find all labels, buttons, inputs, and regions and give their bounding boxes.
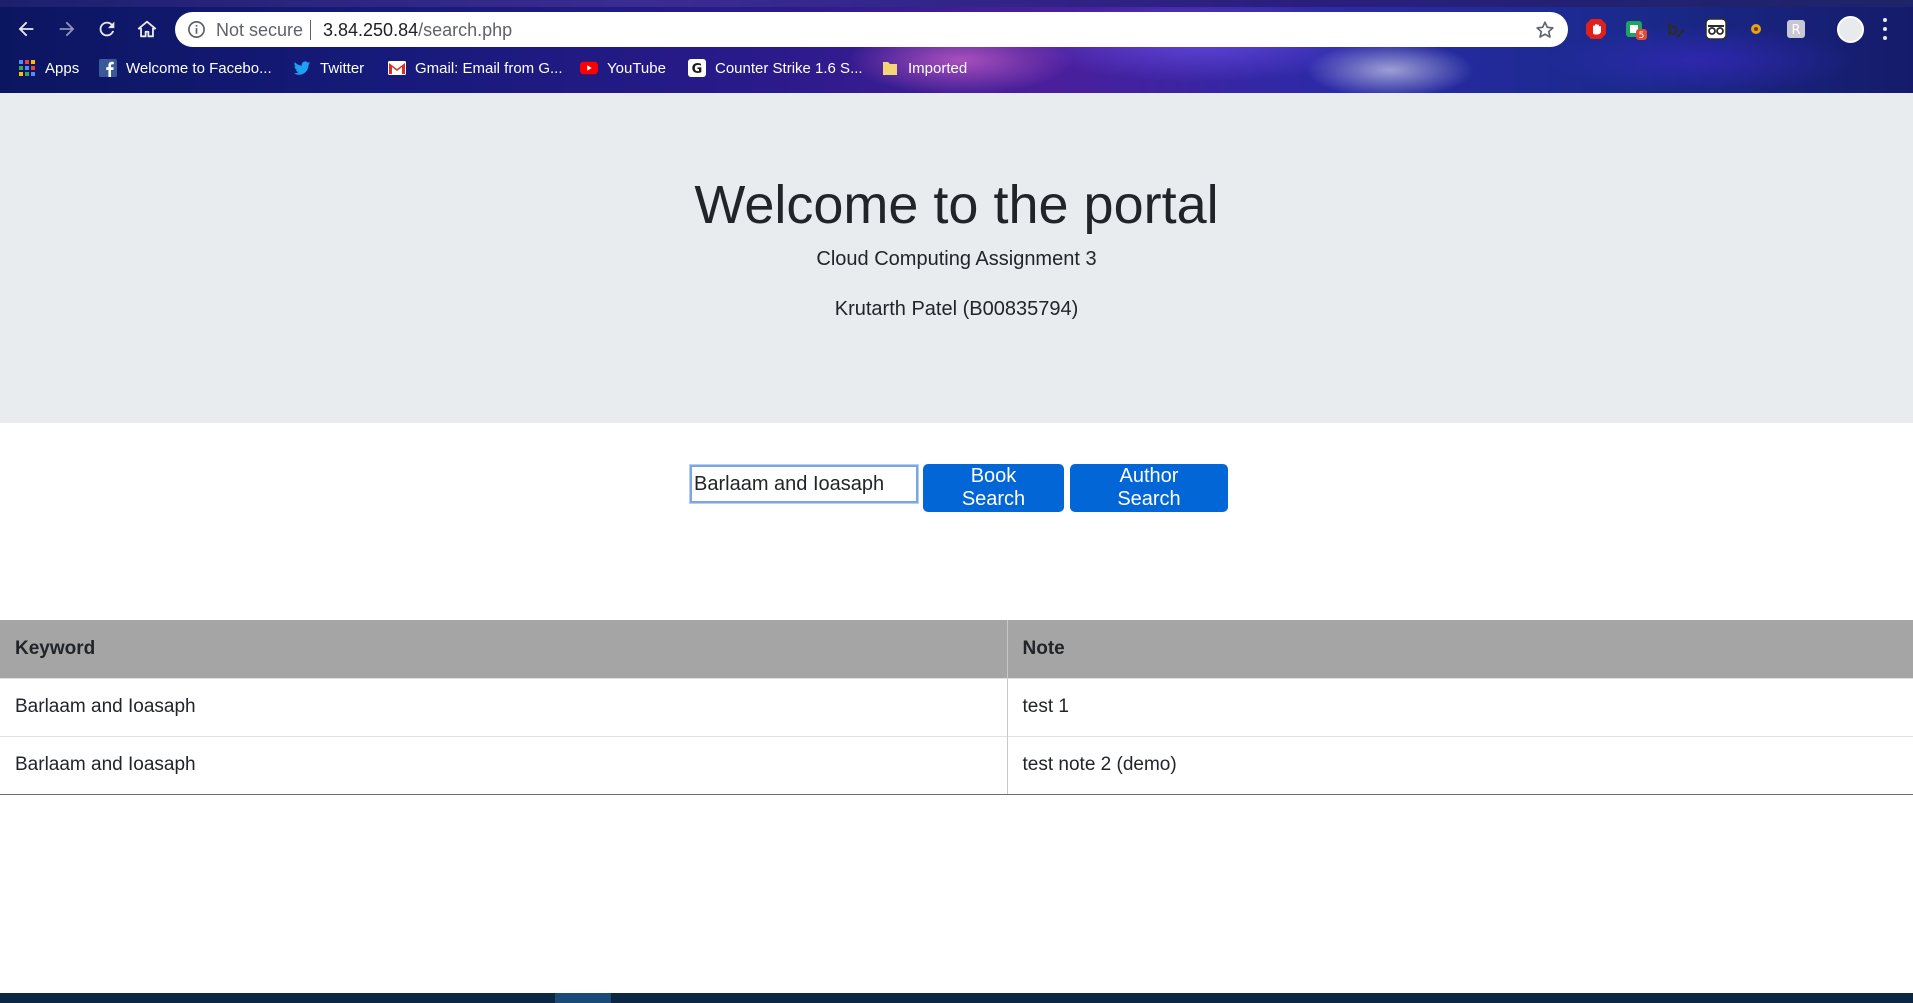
bookmark-twitter[interactable]: Twitter [293, 59, 364, 77]
tab-strip [0, 0, 1913, 7]
url-text[interactable]: 3.84.250.84/search.php [323, 20, 512, 41]
page-title: Welcome to the portal [694, 175, 1219, 235]
page-subtitle: Cloud Computing Assignment 3 [816, 248, 1097, 270]
browser-chrome: Not secure 3.84.250.84/search.php 5 b R [0, 0, 1913, 93]
forward-arrow-icon [59, 21, 75, 37]
youtube-icon [580, 59, 598, 77]
bookmark-label: Imported [908, 59, 968, 77]
keyword-cell: Barlaam and Ioasaph [0, 735, 1008, 795]
apps-grid-icon [18, 59, 36, 77]
bookmark-counter-strike[interactable]: G Counter Strike 1.6 S... [688, 59, 863, 77]
extension-badge-count: 5 [1639, 31, 1645, 41]
extension-r-icon[interactable]: R [1784, 17, 1808, 41]
author-credit: Krutarth Patel (B00835794) [834, 298, 1079, 320]
bookmark-label: Gmail: Email from G... [415, 59, 563, 77]
bookmark-apps[interactable]: Apps [18, 59, 79, 77]
svg-text:G: G [692, 62, 703, 77]
back-arrow-icon [18, 21, 34, 37]
address-bar[interactable]: Not secure 3.84.250.84/search.php [175, 12, 1568, 47]
profile-avatar[interactable] [1837, 16, 1864, 43]
keyword-cell: Barlaam and Ioasaph [0, 677, 1008, 736]
url-path: /search.php [418, 20, 513, 40]
back-button[interactable] [11, 14, 41, 44]
bookmark-label: Twitter [320, 59, 365, 77]
extension-honey-icon[interactable] [1744, 17, 1768, 41]
taskbar-active-item[interactable] [555, 993, 611, 1003]
home-icon [137, 20, 157, 38]
home-button[interactable] [132, 14, 162, 44]
bookmark-label: Counter Strike 1.6 S... [715, 59, 863, 77]
gmail-icon [388, 59, 406, 77]
column-header-note: Note [1007, 620, 1913, 678]
folder-icon [881, 59, 899, 77]
note-cell: test note 2 (demo) [1007, 735, 1913, 795]
table-row: Barlaam and Ioasaph test 1 [0, 677, 1913, 736]
facebook-icon [99, 59, 117, 77]
note-cell: test 1 [1007, 677, 1913, 736]
bookmark-label: Apps [45, 59, 80, 77]
jumbotron: Welcome to the portal Cloud Computing As… [0, 93, 1913, 423]
results-table: Keyword Note Barlaam and Ioasaph test 1 … [0, 620, 1913, 795]
security-label[interactable]: Not secure [216, 20, 303, 41]
extension-grammar-icon[interactable]: b [1664, 17, 1688, 41]
bookmark-gmail[interactable]: Gmail: Email from G... [388, 59, 563, 77]
twitter-icon [293, 59, 311, 77]
forward-button[interactable] [52, 14, 82, 44]
extension-green-icon[interactable]: 5 [1624, 17, 1648, 41]
extension-incognito-icon[interactable] [1704, 17, 1728, 41]
reload-icon [99, 21, 115, 37]
bookmark-imported-folder[interactable]: Imported [881, 59, 967, 77]
bookmark-star-icon[interactable] [1534, 19, 1556, 41]
info-icon[interactable] [187, 20, 206, 39]
bookmark-label: YouTube [607, 59, 666, 77]
author-search-button[interactable]: Author Search [1070, 464, 1228, 512]
table-header-row: Keyword Note [0, 620, 1913, 678]
table-row: Barlaam and Ioasaph test note 2 (demo) [0, 735, 1913, 795]
reload-button[interactable] [92, 14, 122, 44]
counter-strike-icon: G [688, 59, 706, 77]
browser-menu-icon[interactable] [1882, 18, 1888, 40]
divider [310, 20, 311, 40]
page-content: Welcome to the portal Cloud Computing As… [0, 93, 1913, 993]
svg-text:R: R [1791, 23, 1800, 38]
url-host: 3.84.250.84 [323, 20, 419, 40]
bookmark-youtube[interactable]: YouTube [580, 59, 666, 77]
book-search-button[interactable]: Book Search [923, 464, 1064, 512]
bookmark-facebook[interactable]: Welcome to Facebo... [99, 59, 272, 77]
bookmarks-bar: Apps Welcome to Facebo... Twitter Gmail:… [0, 56, 1913, 84]
bookmark-label: Welcome to Facebo... [126, 59, 272, 77]
column-header-keyword: Keyword [0, 620, 1008, 678]
extension-adblock-icon[interactable] [1584, 17, 1608, 41]
search-input[interactable] [689, 464, 919, 504]
os-taskbar [0, 993, 1913, 1003]
